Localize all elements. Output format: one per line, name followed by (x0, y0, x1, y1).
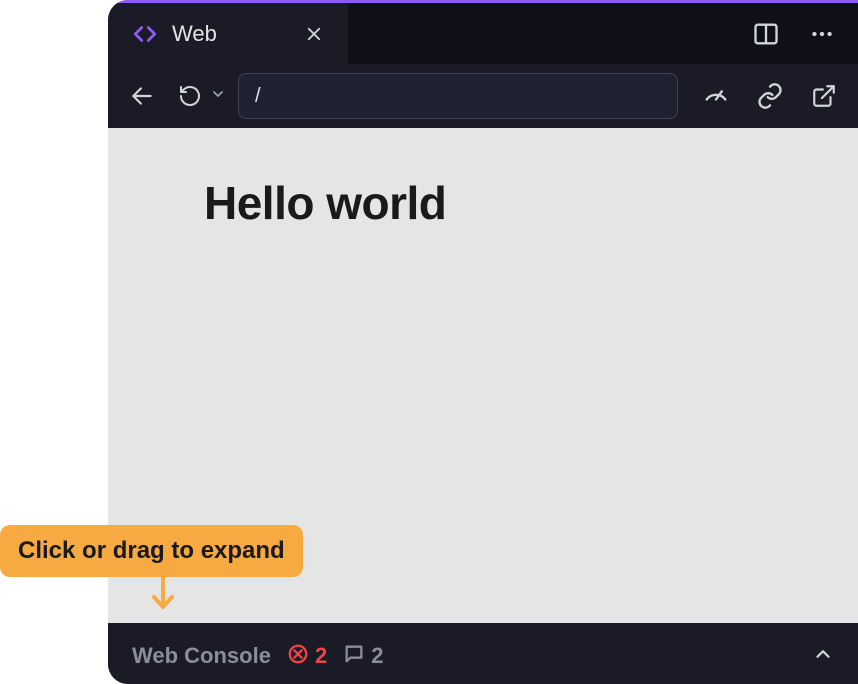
external-icon[interactable] (806, 78, 842, 114)
toolbar-right (690, 78, 842, 114)
close-icon[interactable] (300, 20, 328, 48)
more-icon[interactable] (804, 16, 840, 52)
tab-area-right (348, 3, 858, 64)
url-value: / (255, 85, 261, 108)
code-icon (132, 21, 158, 47)
tooltip-text: Click or drag to expand (18, 537, 285, 564)
page-heading: Hello world (204, 176, 762, 230)
console-errors[interactable]: 2 (287, 643, 327, 670)
message-count: 2 (371, 643, 383, 669)
console-messages[interactable]: 2 (343, 643, 383, 670)
split-panel-icon[interactable] (748, 16, 784, 52)
tab-web[interactable]: Web (108, 3, 348, 64)
link-icon[interactable] (752, 78, 788, 114)
chevron-up-icon (812, 643, 834, 670)
back-button[interactable] (124, 78, 160, 114)
message-icon (343, 643, 365, 670)
accent-line (108, 0, 858, 3)
reload-group (172, 78, 226, 114)
error-icon (287, 643, 309, 670)
console-expand[interactable] (812, 643, 834, 670)
reload-button[interactable] (172, 78, 208, 114)
error-count: 2 (315, 643, 327, 669)
chevron-down-icon[interactable] (210, 86, 226, 107)
console-label: Web Console (132, 643, 271, 669)
performance-icon[interactable] (698, 78, 734, 114)
tooltip: Click or drag to expand (0, 525, 303, 577)
toolbar: / (108, 64, 858, 128)
tooltip-arrow-icon (148, 575, 178, 618)
tab-bar: Web (108, 0, 858, 64)
url-bar[interactable]: / (238, 73, 678, 119)
tab-title: Web (172, 21, 286, 47)
browser-window: Web (108, 0, 858, 684)
console-bar[interactable]: Web Console 2 2 (108, 628, 858, 684)
